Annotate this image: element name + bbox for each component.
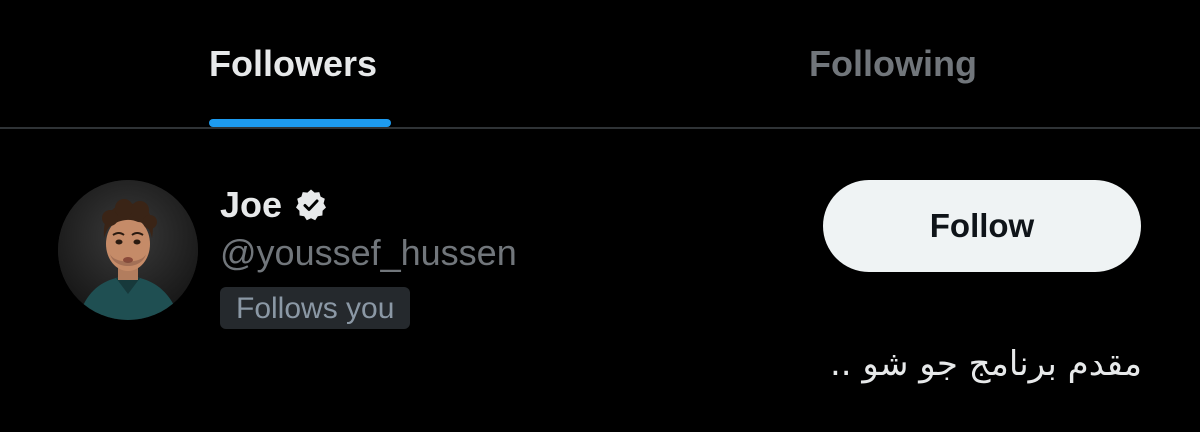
user-bio: مقدم برنامج جو شو .. (830, 344, 1142, 384)
tab-followers-label: Followers (209, 43, 378, 84)
display-name: Joe (220, 184, 283, 225)
tab-bar: Followers Following (0, 0, 1200, 129)
tab-followers[interactable]: Followers (0, 0, 600, 127)
user-name-line[interactable]: Joe (220, 183, 328, 227)
follow-button[interactable]: Follow (823, 180, 1141, 272)
tab-following[interactable]: Following (600, 0, 1200, 127)
tab-following-label: Following (809, 43, 977, 84)
avatar[interactable] (58, 180, 198, 320)
avatar-image (58, 180, 198, 320)
follows-you-badge: Follows you (220, 287, 411, 329)
user-handle: @youssef_hussen (220, 232, 517, 273)
verified-badge-icon (294, 188, 328, 222)
user-list-item[interactable]: Joe @youssef_hussen Follows you Follow م… (0, 129, 1200, 432)
active-tab-indicator (209, 119, 391, 127)
